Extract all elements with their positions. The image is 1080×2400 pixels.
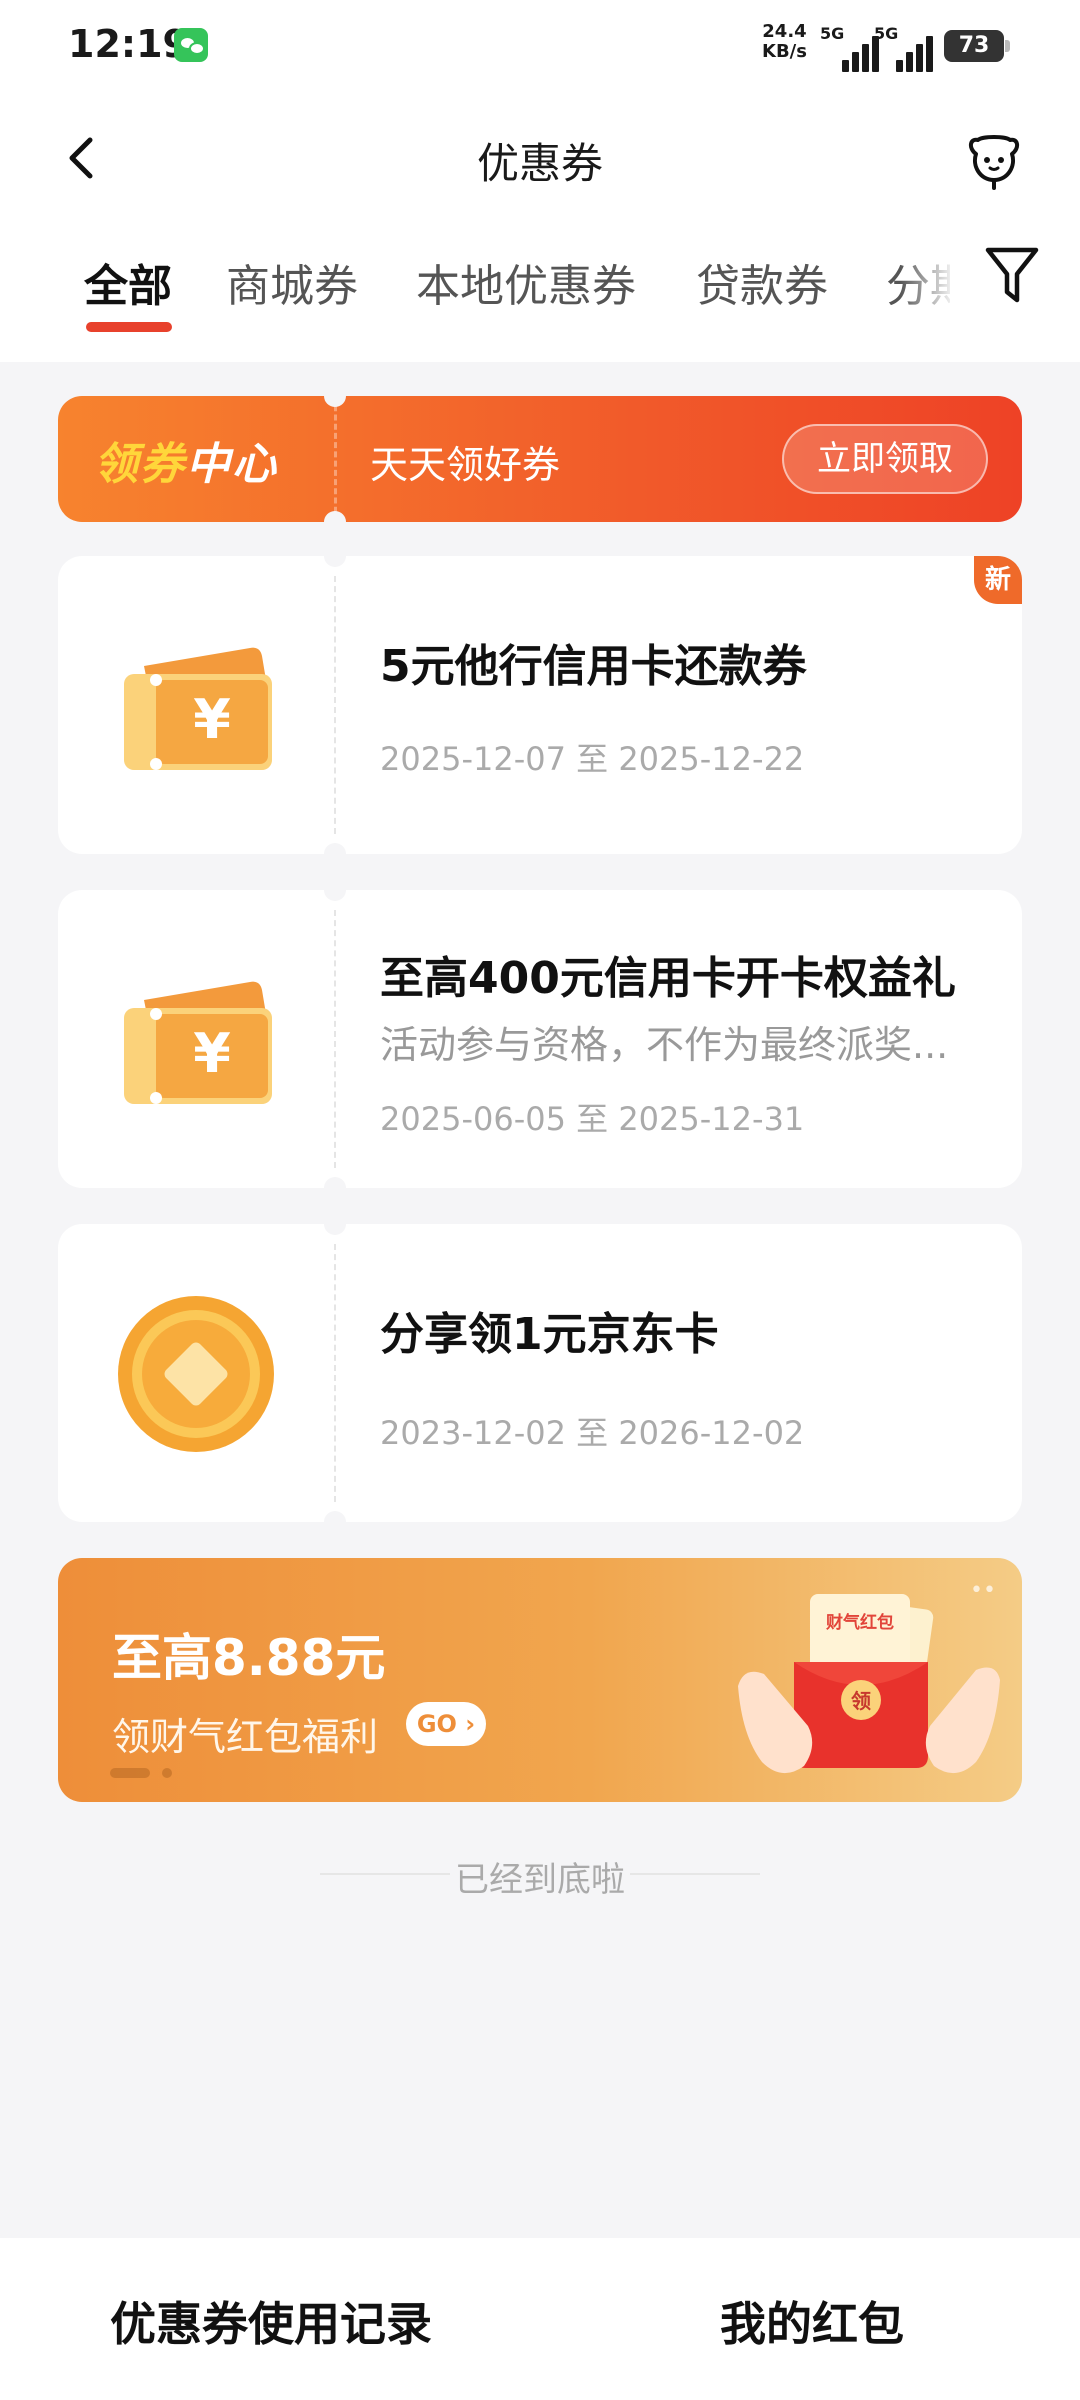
coupon-card[interactable]: ¥ 至高400元信用卡开卡权益礼 活动参与资格，不作为最终派奖... 2025-… [58,879,1022,1199]
coupon-validity: 2025-12-07 至 2025-12-22 [380,740,805,778]
coupon-card[interactable]: 分享领1元京东卡 2023-12-02 至 2026-12-02 [58,1213,1022,1533]
coupon-title: 分享领1元京东卡 [380,1309,719,1360]
go-button[interactable]: GO › [406,1702,486,1746]
coupon-divider [334,910,336,1168]
coupon-description: 活动参与资格，不作为最终派奖... [380,1023,949,1067]
end-of-list-text: 已经到底啦 [455,1860,625,1900]
svg-text:¥: ¥ [193,688,231,751]
customer-service-icon[interactable] [962,134,1026,190]
network-speed: 24.4 KB/s [762,22,807,62]
envelope-seal: 领 [851,1689,871,1713]
battery-icon: 73 [944,30,1010,62]
my-red-packets-button[interactable]: 我的红包 [720,2288,904,2354]
coupon-center-banner[interactable]: 领券中心 天天领好券 立即领取 [58,396,1022,522]
tab-local-coupons[interactable]: 本地优惠券 [416,250,636,314]
ticket-icon: ¥ [124,981,272,1104]
tabs-fade [900,230,956,340]
coupon-validity: 2023-12-02 至 2026-12-02 [380,1414,805,1452]
coupon-card[interactable]: ¥ 5元他行信用卡还款券 2025-12-07 至 2025-12-22 新 [58,545,1022,865]
network-speed-value: 24.4 [762,21,807,42]
coupon-title: 5元他行信用卡还款券 [380,641,807,692]
coupon-center-logo: 领券中心 [94,439,278,490]
ticket-icon: ¥ [124,647,272,770]
tab-bar: 全部 商城券 本地优惠券 贷款券 分期券 [0,250,950,330]
network-speed-unit: KB/s [762,41,807,62]
svg-text:¥: ¥ [193,1022,231,1085]
tab-active-indicator [86,322,172,332]
claim-now-button[interactable]: 立即领取 [782,424,988,494]
coupon-usage-history-button[interactable]: 优惠券使用记录 [110,2288,432,2354]
tab-mall-coupons[interactable]: 商城券 [226,250,358,314]
new-badge: 新 [974,556,1022,604]
tab-loan-coupons[interactable]: 贷款券 [696,250,828,314]
banner-divider [334,396,337,522]
status-bar: 12:19 24.4 KB/s 5G 5G 73 [0,0,1080,90]
red-packet-promo-banner[interactable]: 至高8.88元 领财气红包福利 GO › •• 财气红包 领 [58,1558,1022,1802]
end-of-list: 已经到底啦 [0,1852,1080,1900]
promo-subtitle: 领财气红包福利 [112,1715,379,1759]
bottom-bar: 优惠券使用记录 我的红包 [0,2238,1080,2400]
banner-slogan: 天天领好券 [370,443,561,487]
coin-icon [118,1296,274,1452]
coupon-divider [334,576,336,834]
page-title: 优惠券 [476,139,603,188]
promo-title: 至高8.88元 [112,1629,386,1687]
coupon-divider [334,1244,336,1502]
banner-notch-top [324,396,346,407]
status-time: 12:19 [68,22,189,66]
coupon-validity: 2025-06-05 至 2025-12-31 [380,1100,805,1138]
tab-all[interactable]: 全部 [84,250,172,314]
wechat-notification-icon [174,28,208,62]
envelope-label: 财气红包 [825,1612,894,1633]
filter-icon[interactable] [984,244,1040,308]
banner-notch-bottom [324,511,346,522]
coupon-title: 至高400元信用卡开卡权益礼 [380,953,956,1004]
red-envelope-hands-icon: 财气红包 领 [738,1594,1000,1774]
